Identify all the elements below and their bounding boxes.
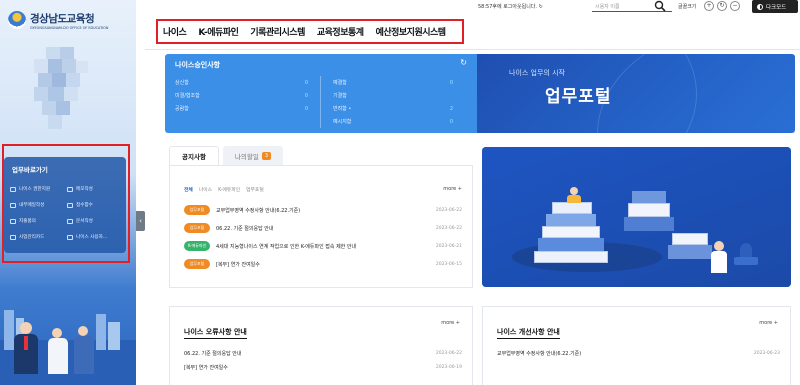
- approval-row[interactable]: 미결/협조함 0: [175, 89, 308, 102]
- memo-icon: [67, 186, 73, 192]
- notice-category-badge: 업무포털: [184, 259, 210, 269]
- quick-item-neis-auth[interactable]: 나이스 권한지원: [10, 186, 63, 192]
- books-illustration: [482, 147, 791, 287]
- category-all[interactable]: 전체: [184, 186, 193, 193]
- session-timer: 58:57후에 로그아웃됩니다. ↻: [478, 4, 543, 10]
- nav-budget[interactable]: 예산정보지원시스템: [376, 25, 447, 38]
- notice-panel: 공지사항 나의할일 3 전체 나이스 K-에듀파인 업무포털 more + 업무포…: [169, 146, 473, 288]
- quick-item-document[interactable]: 문서작성: [67, 218, 120, 224]
- nav-neis[interactable]: 나이스: [163, 25, 187, 38]
- font-size-label: 글꼴크기: [678, 4, 697, 10]
- error-notice-panel: 나이스 오류사항 안내 more + 06.22. 기준 절의응답 안내 2023…: [169, 306, 473, 385]
- dark-mode-button[interactable]: 다크모드: [752, 0, 798, 13]
- notice-row[interactable]: 업무포털 06.22. 기준 절의응답 안내 2023-06-22: [184, 219, 462, 237]
- approval-title: 나이스승인사항: [175, 61, 221, 69]
- quick-item-memo[interactable]: 메모작성: [67, 186, 120, 192]
- nav-divider: [145, 49, 800, 50]
- chevron-left-icon: ‹: [139, 217, 142, 225]
- inbox-icon: [67, 202, 73, 208]
- contrast-icon: [757, 3, 763, 10]
- approval-row[interactable]: 반려함 • 2: [333, 102, 453, 115]
- category-neis[interactable]: 나이스: [199, 186, 212, 193]
- notice-row[interactable]: 업무포털 교무업무영역 수정사항 안내(6.22.기준) 2023-06-22: [184, 201, 462, 219]
- zoom-in-button[interactable]: +: [704, 1, 714, 11]
- profile-photo-blurred: [24, 47, 98, 137]
- sidebar-collapse-button[interactable]: ‹: [136, 211, 145, 231]
- approval-row[interactable]: 기결함: [333, 89, 453, 102]
- logo[interactable]: 경상남도교육청 GYEONGSANGNAM-DO OFFICE OF EDUCA…: [8, 7, 133, 33]
- approval-row[interactable]: 예결함 0: [333, 76, 453, 89]
- expense-icon: [10, 218, 16, 224]
- tab-my-tasks[interactable]: 나의할일 3: [222, 146, 284, 165]
- approval-panel: 나이스승인사항 ↻ 상신함 0 미결/협조함 0 공람함 0 예결함 0 기결함 반려함…: [165, 54, 477, 133]
- tab-notices[interactable]: 공지사항: [169, 146, 219, 165]
- emblem-icon: [8, 11, 26, 29]
- search-icon[interactable]: [654, 0, 666, 12]
- mail-icon: [10, 202, 16, 208]
- improvement-more-link[interactable]: more +: [759, 320, 778, 326]
- logo-subtitle: GYEONGSANGNAM-DO OFFICE OF EDUCATION: [30, 25, 109, 30]
- refresh-icon[interactable]: ↻: [539, 4, 543, 10]
- quick-menu-panel: 업무바로가기 나이스 권한지원 메모작성 내부메일작성 접수함수 지출품의 문서…: [4, 157, 126, 253]
- error-panel-title[interactable]: 나이스 오류사항 안내: [184, 327, 247, 339]
- nav-k-edufine[interactable]: K-에듀파인: [198, 25, 239, 38]
- list-item[interactable]: 06.22. 기준 절의응답 안내 2023-06-22: [184, 346, 462, 360]
- notice-row[interactable]: K-에듀파인 4세대 지능형나이스 연계 작업으로 인한 K-에듀파인 접속 제한…: [184, 237, 462, 255]
- approval-row[interactable]: 공람함 0: [175, 102, 308, 115]
- notice-category-badge: K-에듀파인: [184, 241, 210, 251]
- quick-item-mail[interactable]: 내부메일작성: [10, 202, 63, 208]
- notice-more-link[interactable]: more +: [443, 186, 462, 192]
- notice-row[interactable]: 업무포털 [복무] 연가 잔여일수 2023-06-15: [184, 255, 462, 273]
- edit-icon: [67, 218, 73, 224]
- error-more-link[interactable]: more +: [441, 320, 460, 326]
- zoom-reset-button[interactable]: ↻: [717, 1, 727, 11]
- refresh-icon[interactable]: ↻: [460, 58, 467, 67]
- sidebar: 경상남도교육청 GYEONGSANGNAM-DO OFFICE OF EDUCA…: [0, 0, 136, 385]
- improvement-panel-title[interactable]: 나이스 개선사항 안내: [497, 327, 560, 339]
- quick-item-inbox[interactable]: 접수함수: [67, 202, 120, 208]
- quick-item-project-card[interactable]: 사업관리카드: [10, 234, 63, 240]
- quick-item-neis-user[interactable]: 나이스 사용자...: [67, 234, 120, 240]
- nav-edu-statistics[interactable]: 교육정보통계: [317, 25, 364, 38]
- logo-title: 경상남도교육청: [30, 12, 95, 25]
- main-nav: 나이스 K-에듀파인 기록관리시스템 교육정보통계 예산정보지원시스템: [156, 19, 464, 44]
- top-utility-bar: 58:57후에 로그아웃됩니다. ↻ 시용자 이름 글꼴크기 + ↻ − 다크모…: [478, 0, 800, 13]
- quick-item-expense[interactable]: 지출품의: [10, 218, 63, 224]
- user-icon: [67, 234, 73, 240]
- sidebar-illustration: [0, 300, 136, 385]
- approval-row[interactable]: 예시지함 0: [333, 115, 453, 128]
- list-item[interactable]: [복무] 연가 잔여일수 2023-06-19: [184, 360, 462, 374]
- improvement-notice-panel: 나이스 개선사항 안내 more + 교무업무영역 수정사항 안내(6.22.기…: [482, 306, 791, 385]
- portal-banner: 나이스 업무의 시작 업무포털: [477, 54, 795, 133]
- list-item[interactable]: 교무업무영역 수정사항 안내(6.22.기준) 2023-06-23: [497, 346, 780, 360]
- notice-category-badge: 업무포털: [184, 223, 210, 233]
- card-icon: [10, 234, 16, 240]
- notice-category-badge: 업무포털: [184, 205, 210, 215]
- quick-menu-title: 업무바로가기: [12, 166, 48, 174]
- zoom-out-button[interactable]: −: [730, 1, 740, 11]
- document-icon: [10, 186, 16, 192]
- task-count-badge: 3: [261, 151, 272, 160]
- category-k-edufine[interactable]: K-에듀파인: [218, 186, 240, 193]
- approval-row[interactable]: 상신함 0: [175, 76, 308, 89]
- category-portal[interactable]: 업무포털: [246, 186, 264, 193]
- nav-records[interactable]: 기록관리시스템: [250, 25, 305, 38]
